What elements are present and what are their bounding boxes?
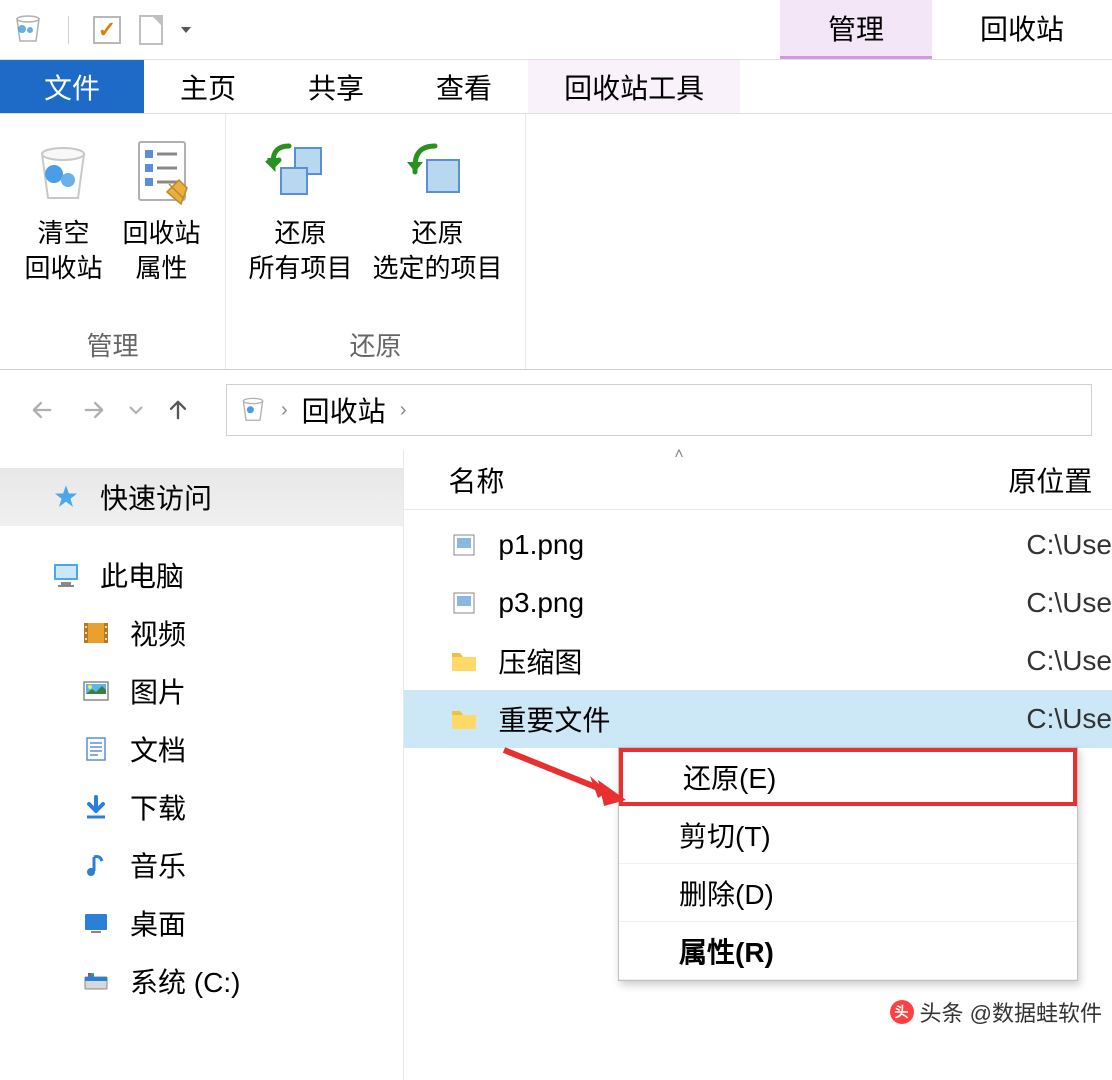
sidebar-item-downloads[interactable]: 下载: [0, 778, 403, 836]
watermark-text: 头条 @数据蛙软件: [920, 996, 1102, 1028]
sidebar-item-quick-access[interactable]: 快速访问: [0, 468, 403, 526]
sidebar-item-videos[interactable]: 视频: [0, 604, 403, 662]
desktop-icon: [80, 907, 112, 939]
sidebar-label: 图片: [130, 671, 186, 711]
chevron-right-icon[interactable]: ›: [281, 399, 288, 422]
context-menu-restore[interactable]: 还原(E): [619, 748, 1077, 806]
empty-bin-icon: [28, 130, 98, 212]
file-row[interactable]: 重要文件 C:\Use: [404, 690, 1112, 748]
title-tab-manage[interactable]: 管理: [780, 0, 932, 59]
document-qat-icon[interactable]: [139, 15, 163, 45]
file-location: C:\Use: [1026, 587, 1112, 619]
restore-selected-button[interactable]: 还原 选定的项目: [363, 122, 513, 322]
restore-all-button[interactable]: 还原 所有项目: [238, 122, 362, 322]
context-menu-properties[interactable]: 属性(R): [619, 922, 1077, 980]
tab-share[interactable]: 共享: [272, 60, 400, 113]
sidebar-item-this-pc[interactable]: 此电脑: [0, 546, 403, 604]
sort-indicator-icon: ˄: [674, 446, 683, 464]
documents-icon: [80, 733, 112, 765]
sidebar-label: 下载: [130, 787, 186, 827]
tab-view[interactable]: 查看: [400, 60, 528, 113]
image-file-icon: [448, 587, 480, 619]
file-location: C:\Use: [1026, 703, 1112, 735]
chevron-right-icon[interactable]: ›: [400, 399, 407, 422]
qat-dropdown-icon[interactable]: [181, 27, 191, 33]
ribbon-group-restore-label: 还原: [349, 322, 401, 365]
folder-icon: [448, 645, 480, 677]
empty-bin-label: 清空 回收站: [24, 216, 102, 286]
recycle-bin-icon: [12, 11, 44, 48]
watermark: 头 头条 @数据蛙软件: [890, 996, 1102, 1028]
sidebar-label: 视频: [130, 613, 186, 653]
file-name: p3.png: [498, 587, 1026, 619]
properties-qat-icon[interactable]: ✓: [93, 16, 121, 44]
file-row[interactable]: p1.png C:\Use: [404, 516, 1112, 574]
nav-back-button[interactable]: [20, 388, 64, 432]
music-icon: [80, 849, 112, 881]
recycle-bin-properties-button[interactable]: 回收站 属性: [113, 122, 211, 322]
column-header-location[interactable]: 原位置: [1008, 460, 1092, 500]
sidebar-item-pictures[interactable]: 图片: [0, 662, 403, 720]
download-icon: [80, 791, 112, 823]
sidebar-label: 音乐: [130, 845, 186, 885]
file-row[interactable]: 压缩图 C:\Use: [404, 632, 1112, 690]
recycle-bin-icon: [239, 394, 267, 427]
image-file-icon: [448, 529, 480, 561]
ribbon-group-manage-label: 管理: [86, 322, 138, 365]
file-row[interactable]: p3.png C:\Use: [404, 574, 1112, 632]
tab-file[interactable]: 文件: [0, 60, 144, 113]
sidebar-item-documents[interactable]: 文档: [0, 720, 403, 778]
tab-recycle-tools[interactable]: 回收站工具: [528, 60, 740, 113]
sidebar-item-desktop[interactable]: 桌面: [0, 894, 403, 952]
properties-icon: [131, 130, 193, 212]
nav-forward-button[interactable]: [72, 388, 116, 432]
drive-icon: [80, 965, 112, 997]
sidebar-label: 快速访问: [100, 477, 212, 517]
nav-up-button[interactable]: [156, 388, 200, 432]
pictures-icon: [80, 675, 112, 707]
sidebar-label: 文档: [130, 729, 186, 769]
navigation-sidebar: 快速访问 此电脑 视频 图片 文档 下载 音乐: [0, 450, 404, 1080]
empty-recycle-bin-button[interactable]: 清空 回收站: [14, 122, 112, 322]
sidebar-label: 系统 (C:): [130, 961, 240, 1001]
properties-label: 回收站 属性: [123, 216, 201, 286]
sidebar-label: 此电脑: [100, 555, 184, 595]
file-location: C:\Use: [1026, 645, 1112, 677]
restore-all-icon: [265, 130, 335, 212]
watermark-icon: 头: [890, 1000, 914, 1024]
nav-recent-dropdown[interactable]: [124, 388, 148, 432]
separator: [68, 16, 69, 44]
file-location: C:\Use: [1026, 529, 1112, 561]
restore-all-label: 还原 所有项目: [248, 216, 352, 286]
sidebar-label: 桌面: [130, 903, 186, 943]
file-name: 压缩图: [498, 641, 1026, 681]
sidebar-item-system-drive[interactable]: 系统 (C:): [0, 952, 403, 1010]
context-menu-cut[interactable]: 剪切(T): [619, 806, 1077, 864]
sidebar-item-music[interactable]: 音乐: [0, 836, 403, 894]
column-header-name[interactable]: 名称: [448, 460, 1008, 500]
tab-home[interactable]: 主页: [144, 60, 272, 113]
restore-selected-icon: [403, 130, 473, 212]
breadcrumb-location[interactable]: 回收站: [302, 390, 386, 430]
address-bar[interactable]: › 回收站 ›: [226, 384, 1092, 436]
restore-selected-label: 还原 选定的项目: [373, 216, 503, 286]
file-name: p1.png: [498, 529, 1026, 561]
window-title: 回收站: [932, 0, 1112, 59]
computer-icon: [50, 559, 82, 591]
video-icon: [80, 617, 112, 649]
context-menu-delete[interactable]: 删除(D): [619, 864, 1077, 922]
context-menu: 还原(E) 剪切(T) 删除(D) 属性(R): [618, 747, 1078, 981]
star-icon: [50, 481, 82, 513]
folder-icon: [448, 703, 480, 735]
file-name: 重要文件: [498, 699, 1026, 739]
